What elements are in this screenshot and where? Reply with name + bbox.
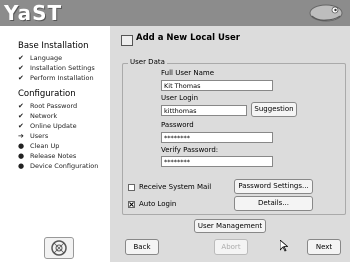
header-bar: YaST [0,0,350,26]
password-input[interactable]: ******** [161,132,273,143]
step-installation-settings: ✔ Installation Settings [18,64,95,72]
step-release-notes: ● Release Notes [18,152,76,160]
bullet-icon: ● [18,162,25,170]
password-settings-button[interactable]: Password Settings... [234,179,313,194]
configuration-heading: Configuration [18,89,76,99]
step-root-password: ✔ Root Password [18,102,77,110]
step-label: Language [30,54,63,62]
receive-mail-checkbox[interactable] [128,184,135,191]
back-button[interactable]: Back [125,239,159,255]
check-icon: ✔ [18,102,24,110]
step-label: Device Configuration [30,162,99,170]
mouse-cursor-icon [280,240,288,252]
bullet-icon: ● [18,142,25,150]
step-label: Network [30,112,58,120]
receive-mail-label: Receive System Mail [139,183,212,191]
full-name-input[interactable]: Kit Thomas [161,80,273,91]
verify-password-input[interactable]: ******** [161,156,273,167]
dialog-title: Add a New Local User [136,33,240,43]
details-button[interactable]: Details... [234,196,313,211]
arrow-right-icon: ➔ [18,132,24,140]
step-online-update: ✔ Online Update [18,122,77,130]
step-label: Root Password [30,102,78,110]
step-device-configuration: ● Device Configuration [18,162,98,170]
bullet-icon: ● [18,152,25,160]
step-label: Users [30,132,49,140]
verify-password-label: Verify Password: [161,146,219,154]
password-label: Password [161,121,194,129]
step-label: Perform Installation [30,74,94,82]
auto-login-label: Auto Login [139,200,177,208]
checkmark-icon [129,202,134,207]
user-management-button[interactable]: User Management [194,219,266,233]
user-login-label: User Login [161,94,199,102]
yast-installer-window: YaST Base Installation ✔ Language ✔ Instal… [0,0,350,262]
step-label: Clean Up [30,142,60,150]
step-label: Online Update [30,122,77,130]
check-icon: ✔ [18,122,24,130]
dialog-panel: Add a New Local User User Data Full User… [110,26,350,262]
base-installation-heading: Base Installation [18,41,89,51]
help-button[interactable] [44,237,74,259]
step-network: ✔ Network [18,112,57,120]
suse-chameleon-icon [309,4,343,22]
user-dialog-icon [121,35,133,46]
step-language: ✔ Language [18,54,62,62]
user-data-frame-label: User Data [128,58,167,66]
check-icon: ✔ [18,54,24,62]
step-label: Release Notes [30,152,77,160]
check-icon: ✔ [18,74,24,82]
yast-logo: YaST [4,1,63,25]
step-clean-up: ● Clean Up [18,142,59,150]
full-name-label: Full User Name [161,69,215,77]
auto-login-checkbox[interactable] [128,201,135,208]
suggestion-button[interactable]: Suggestion [251,102,297,117]
check-icon: ✔ [18,112,24,120]
lifebuoy-icon [51,240,67,256]
step-users: ➔ Users [18,132,48,140]
installation-steps-sidebar: Base Installation ✔ Language ✔ Installatio… [0,26,110,262]
next-button[interactable]: Next [307,239,341,255]
check-icon: ✔ [18,64,24,72]
abort-button[interactable]: Abort [214,239,248,255]
step-perform-installation: ✔ Perform Installation [18,74,94,82]
user-login-input[interactable]: kitthomas [161,105,247,116]
step-label: Installation Settings [30,64,95,72]
